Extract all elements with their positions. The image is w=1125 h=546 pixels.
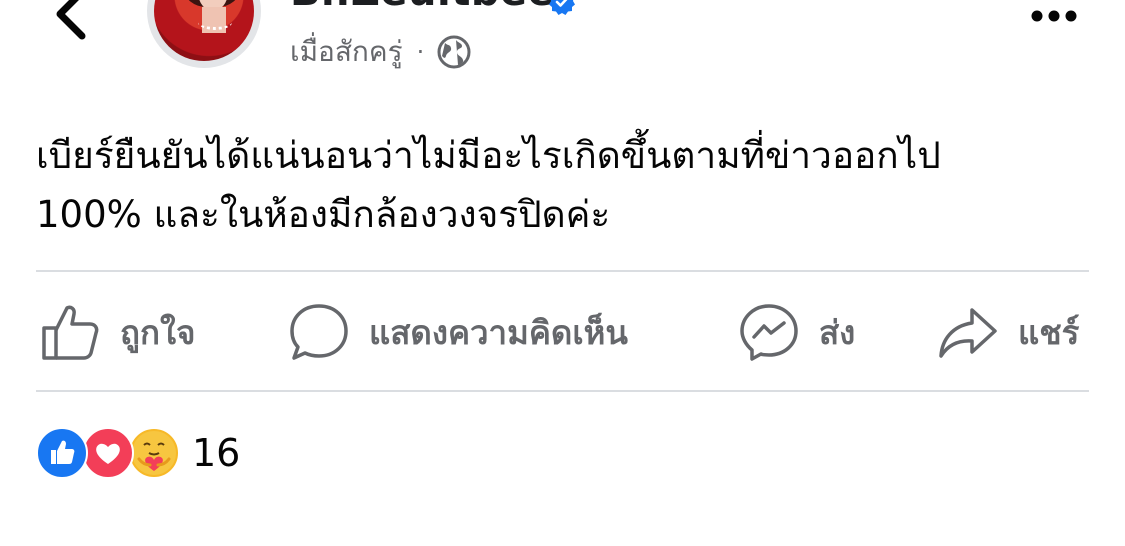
meta-separator: · <box>416 38 425 66</box>
comment-button[interactable]: แสดงความคิดเห็น <box>289 294 628 370</box>
share-arrow-icon <box>939 308 997 358</box>
comment-label: แสดงความคิดเห็น <box>369 312 628 352</box>
more-horizontal-icon[interactable] <box>1029 6 1079 26</box>
reaction-count: 16 <box>192 431 241 475</box>
comment-bubble-icon <box>290 304 348 360</box>
thumbs-up-icon <box>42 305 99 360</box>
back-button[interactable] <box>48 0 96 42</box>
share-button[interactable]: แชร์ <box>938 294 1079 370</box>
send-label: ส่ง <box>819 312 856 352</box>
post-body: เบียร์ยืนยันได้แน่นอนว่าไม่มีอะไรเกิดขึ้… <box>36 126 1096 244</box>
post-meta: เมื่อสักครู่ · <box>290 32 472 72</box>
page-name[interactable]: Bi.Zeuitbeer <box>290 0 575 14</box>
love-reaction-icon <box>82 427 134 479</box>
like-reaction-icon <box>36 427 88 479</box>
post-header: Bi.Zeuitbeer เมื่อสักครู่ · <box>0 0 1125 90</box>
like-label: ถูกใจ <box>120 312 196 352</box>
avatar-photo <box>154 0 254 61</box>
timestamp[interactable]: เมื่อสักครู่ <box>290 30 403 74</box>
avatar[interactable] <box>147 0 261 68</box>
send-button[interactable]: ส่ง <box>739 294 855 370</box>
care-reaction-icon <box>128 427 180 479</box>
action-bar: ถูกใจ แสดงความคิดเห็น ส่ง แชร์ <box>36 294 1089 370</box>
post-text-line-1: เบียร์ยืนยันได้แน่นอนว่าไม่มีอะไรเกิดขึ้… <box>36 134 941 177</box>
chevron-left-icon <box>56 0 86 40</box>
verified-badge-icon <box>549 0 575 15</box>
post-text-line-2: 100% และในห้องมีกล้องวงจรปิดค่ะ <box>36 193 611 236</box>
messenger-icon <box>740 304 798 361</box>
divider-bottom <box>36 390 1089 392</box>
like-button[interactable]: ถูกใจ <box>40 294 195 370</box>
share-label: แชร์ <box>1018 312 1080 352</box>
divider-top <box>36 270 1089 272</box>
reactions-summary[interactable]: 16 <box>36 426 240 480</box>
globe-icon[interactable] <box>436 34 472 70</box>
